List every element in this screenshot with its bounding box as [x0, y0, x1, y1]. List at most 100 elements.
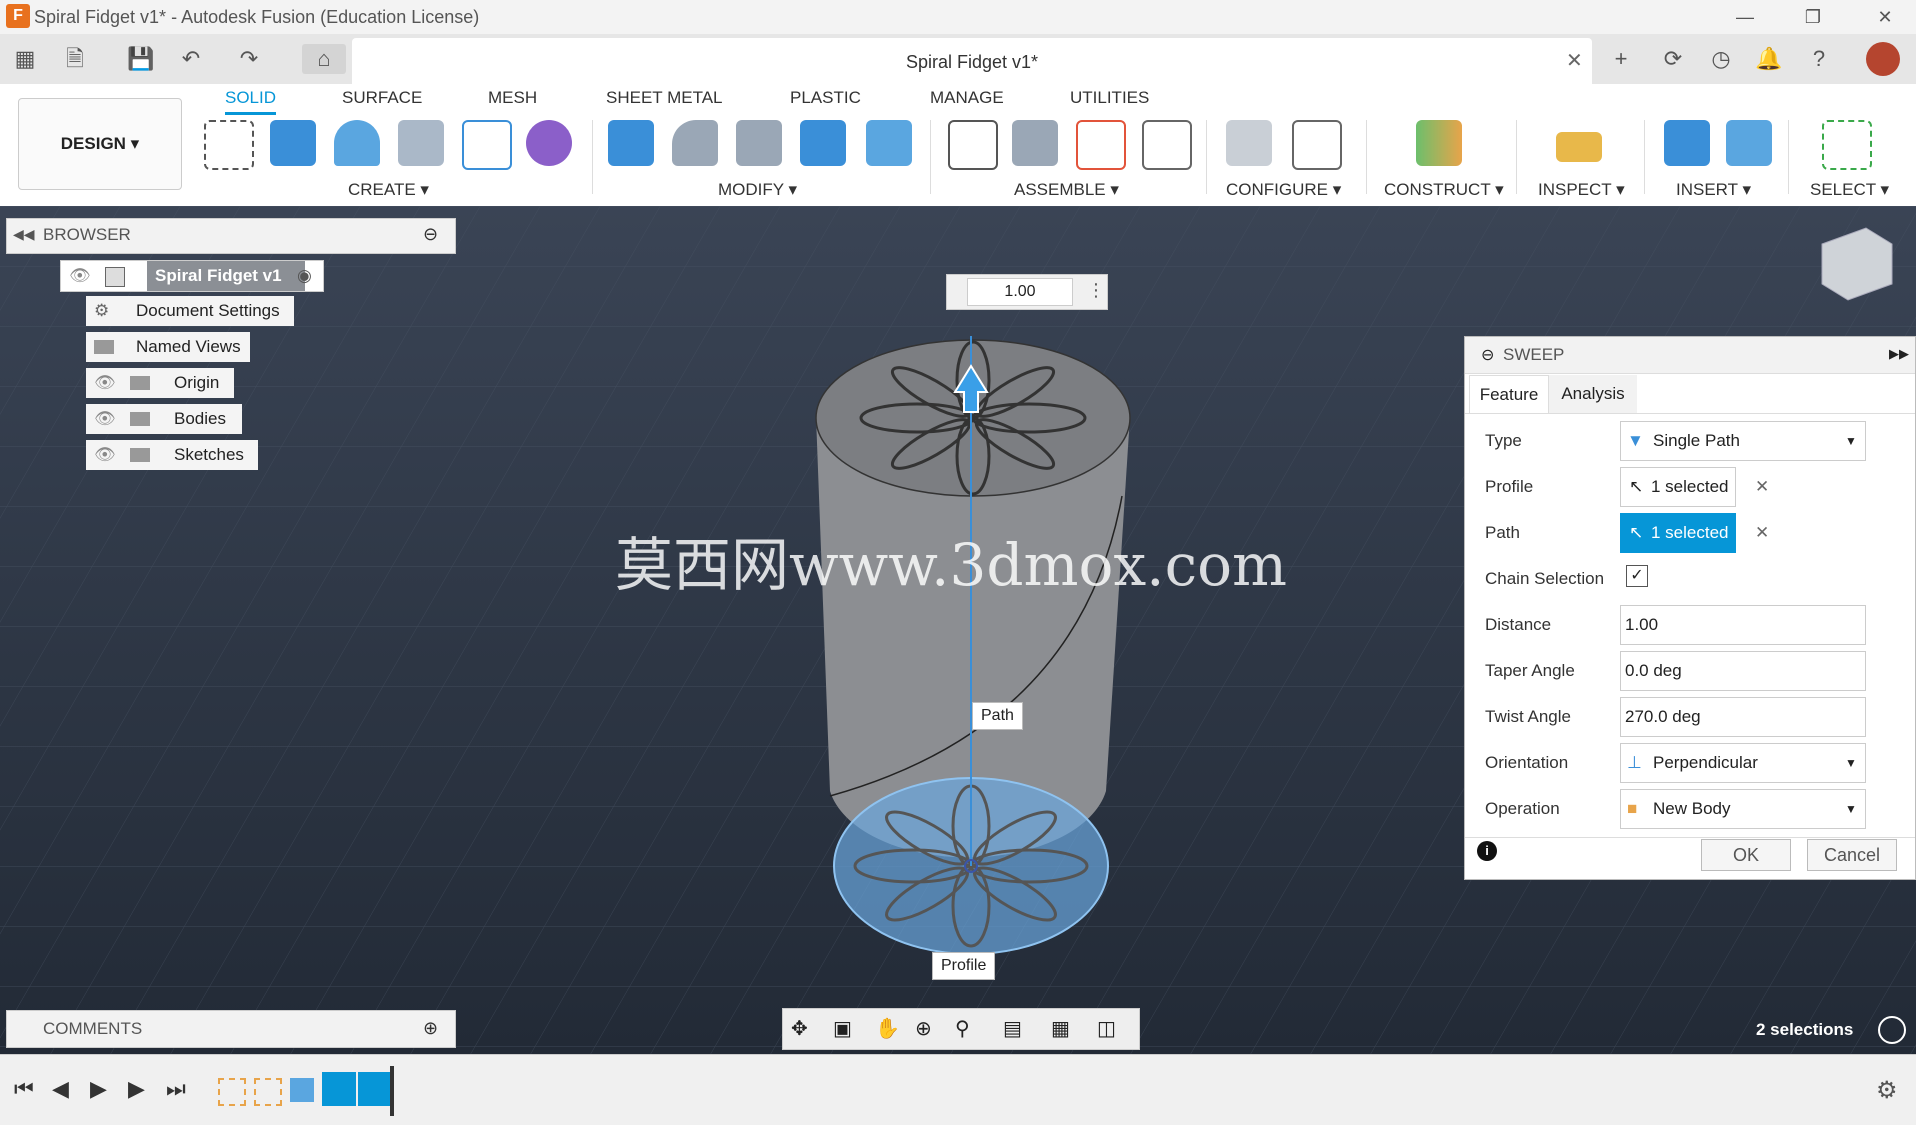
measure-icon[interactable]: [1556, 132, 1602, 162]
grid-settings-icon[interactable]: ▦: [1051, 1016, 1070, 1041]
taper-angle-field[interactable]: 0.0 deg: [1620, 651, 1866, 691]
file-menu-icon[interactable]: 🗎: [60, 44, 90, 74]
tab-manage[interactable]: MANAGE: [930, 88, 1004, 108]
group-create[interactable]: CREATE ▾: [348, 180, 429, 200]
profile-selector[interactable]: ↖ 1 selected: [1620, 467, 1736, 507]
chain-selection-checkbox[interactable]: ✓: [1626, 565, 1648, 587]
path-label[interactable]: Path: [972, 702, 1023, 730]
tab-plastic[interactable]: PLASTIC: [790, 88, 861, 108]
info-icon[interactable]: i: [1477, 841, 1497, 861]
browser-panel-header[interactable]: ◀◀ BROWSER ⊖: [6, 218, 456, 254]
browser-item-origin[interactable]: 👁 Origin: [86, 368, 234, 398]
timeline-marker[interactable]: [390, 1066, 394, 1116]
go-to-end-icon[interactable]: ⏭: [166, 1076, 186, 1102]
step-back-icon[interactable]: ◀: [52, 1076, 69, 1102]
display-settings-icon[interactable]: ▤: [1003, 1016, 1022, 1041]
group-configure[interactable]: CONFIGURE ▾: [1226, 180, 1341, 200]
orientation-dropdown[interactable]: ⊥ Perpendicular ▼: [1620, 743, 1866, 783]
insert-canvas-icon[interactable]: [1726, 120, 1772, 166]
visibility-eye-icon[interactable]: 👁: [69, 261, 91, 291]
go-to-start-icon[interactable]: ⏮: [14, 1076, 34, 1102]
close-window-icon[interactable]: ✕: [1860, 2, 1910, 32]
collapse-icon[interactable]: ⊖: [1481, 345, 1494, 365]
document-tab[interactable]: Spiral Fidget v1* ✕: [352, 38, 1592, 84]
timeline-settings-icon[interactable]: ⚙: [1876, 1076, 1898, 1105]
home-icon[interactable]: ⌂: [302, 44, 346, 74]
tab-sheet-metal[interactable]: SHEET METAL: [606, 88, 723, 108]
save-icon[interactable]: 💾: [126, 44, 156, 74]
collapse-panel-icon[interactable]: ◀◀: [13, 226, 35, 243]
group-inspect[interactable]: INSPECT ▾: [1538, 180, 1625, 200]
play-icon[interactable]: ▶: [90, 1076, 107, 1102]
fit-icon[interactable]: ⚲: [955, 1016, 970, 1041]
minimize-icon[interactable]: —: [1720, 2, 1770, 32]
revolve-icon[interactable]: [334, 120, 380, 166]
pattern-icon[interactable]: [462, 120, 512, 170]
visibility-eye-icon[interactable]: 👁: [94, 404, 116, 434]
cancel-button[interactable]: Cancel: [1807, 839, 1897, 871]
tab-utilities[interactable]: UTILITIES: [1070, 88, 1149, 108]
table-icon[interactable]: [1292, 120, 1342, 170]
timeline-sketch-feature[interactable]: [218, 1078, 246, 1106]
offset-plane-icon[interactable]: [1416, 120, 1462, 166]
clear-profile-icon[interactable]: ✕: [1755, 477, 1769, 497]
clear-path-icon[interactable]: ✕: [1755, 523, 1769, 543]
tab-feature[interactable]: Feature: [1469, 375, 1549, 414]
hidden-eye-icon[interactable]: 👁: [94, 368, 116, 398]
sync-icon[interactable]: ⟳: [1658, 44, 1688, 74]
add-comment-icon[interactable]: ⊕: [423, 1018, 438, 1039]
group-assemble[interactable]: ASSEMBLE ▾: [1014, 180, 1119, 200]
redo-icon[interactable]: ↷: [234, 44, 264, 74]
zoom-icon[interactable]: ⊕: [915, 1016, 932, 1041]
path-selector[interactable]: ↖ 1 selected: [1620, 513, 1736, 553]
close-tab-icon[interactable]: ✕: [1566, 48, 1583, 73]
visibility-eye-icon[interactable]: 👁: [94, 440, 116, 470]
timeline-sketch-feature[interactable]: [254, 1078, 282, 1106]
undo-icon[interactable]: ↶: [176, 44, 206, 74]
bill-of-materials-icon[interactable]: [1142, 120, 1192, 170]
profile-label[interactable]: Profile: [932, 952, 996, 980]
extrude-icon[interactable]: [270, 120, 316, 166]
sweep-header[interactable]: ⊖ SWEEP ▶▶: [1465, 337, 1915, 374]
configure-icon[interactable]: [1226, 120, 1272, 166]
group-select[interactable]: SELECT ▾: [1810, 180, 1889, 200]
tab-surface[interactable]: SURFACE: [342, 88, 422, 108]
app-grid-icon[interactable]: ▦: [10, 44, 40, 74]
browser-item-sketches[interactable]: 👁 Sketches: [86, 440, 258, 470]
group-insert[interactable]: INSERT ▾: [1676, 180, 1751, 200]
orbit-icon[interactable]: ✥: [791, 1016, 808, 1041]
combine-icon[interactable]: [800, 120, 846, 166]
job-status-icon[interactable]: ◷: [1706, 44, 1736, 74]
restore-icon[interactable]: ❐: [1788, 2, 1838, 32]
more-options-icon[interactable]: ⋮: [1087, 280, 1105, 301]
as-built-joint-icon[interactable]: [1076, 120, 1126, 170]
ok-button[interactable]: OK: [1701, 839, 1791, 871]
look-at-icon[interactable]: ▣: [833, 1016, 852, 1041]
shell-icon[interactable]: [866, 120, 912, 166]
new-tab-icon[interactable]: +: [1606, 44, 1636, 74]
comments-panel[interactable]: COMMENTS ⊕: [6, 1010, 456, 1048]
create-form-icon[interactable]: [526, 120, 572, 166]
timeline-sketch-active[interactable]: [322, 1072, 356, 1106]
expand-panel-icon[interactable]: ▶▶: [1889, 346, 1909, 362]
distance-input[interactable]: 1.00: [967, 278, 1073, 306]
step-forward-icon[interactable]: ▶: [128, 1076, 145, 1102]
browser-item-named-views[interactable]: Named Views: [86, 332, 250, 362]
twist-angle-field[interactable]: 270.0 deg: [1620, 697, 1866, 737]
activate-radio-icon[interactable]: ◉: [297, 261, 312, 291]
viewports-icon[interactable]: ◫: [1097, 1016, 1116, 1041]
type-dropdown[interactable]: ▼ Single Path ▼: [1620, 421, 1866, 461]
distance-field[interactable]: 1.00: [1620, 605, 1866, 645]
tab-solid[interactable]: SOLID: [225, 88, 277, 115]
browser-root-node[interactable]: 👁 Spiral Fidget v1 ◉: [60, 260, 324, 292]
new-component-icon[interactable]: [1012, 120, 1058, 166]
tab-mesh[interactable]: MESH: [488, 88, 537, 108]
joint-icon[interactable]: [948, 120, 998, 170]
browser-item-document-settings[interactable]: ⚙ Document Settings: [86, 296, 294, 326]
browser-minimize-icon[interactable]: ⊖: [423, 224, 438, 245]
chamfer-icon[interactable]: [736, 120, 782, 166]
press-pull-icon[interactable]: [608, 120, 654, 166]
timeline-extrude-feature[interactable]: [290, 1078, 314, 1102]
timeline-sketch-active[interactable]: [358, 1072, 392, 1106]
browser-item-bodies[interactable]: 👁 Bodies: [86, 404, 242, 434]
